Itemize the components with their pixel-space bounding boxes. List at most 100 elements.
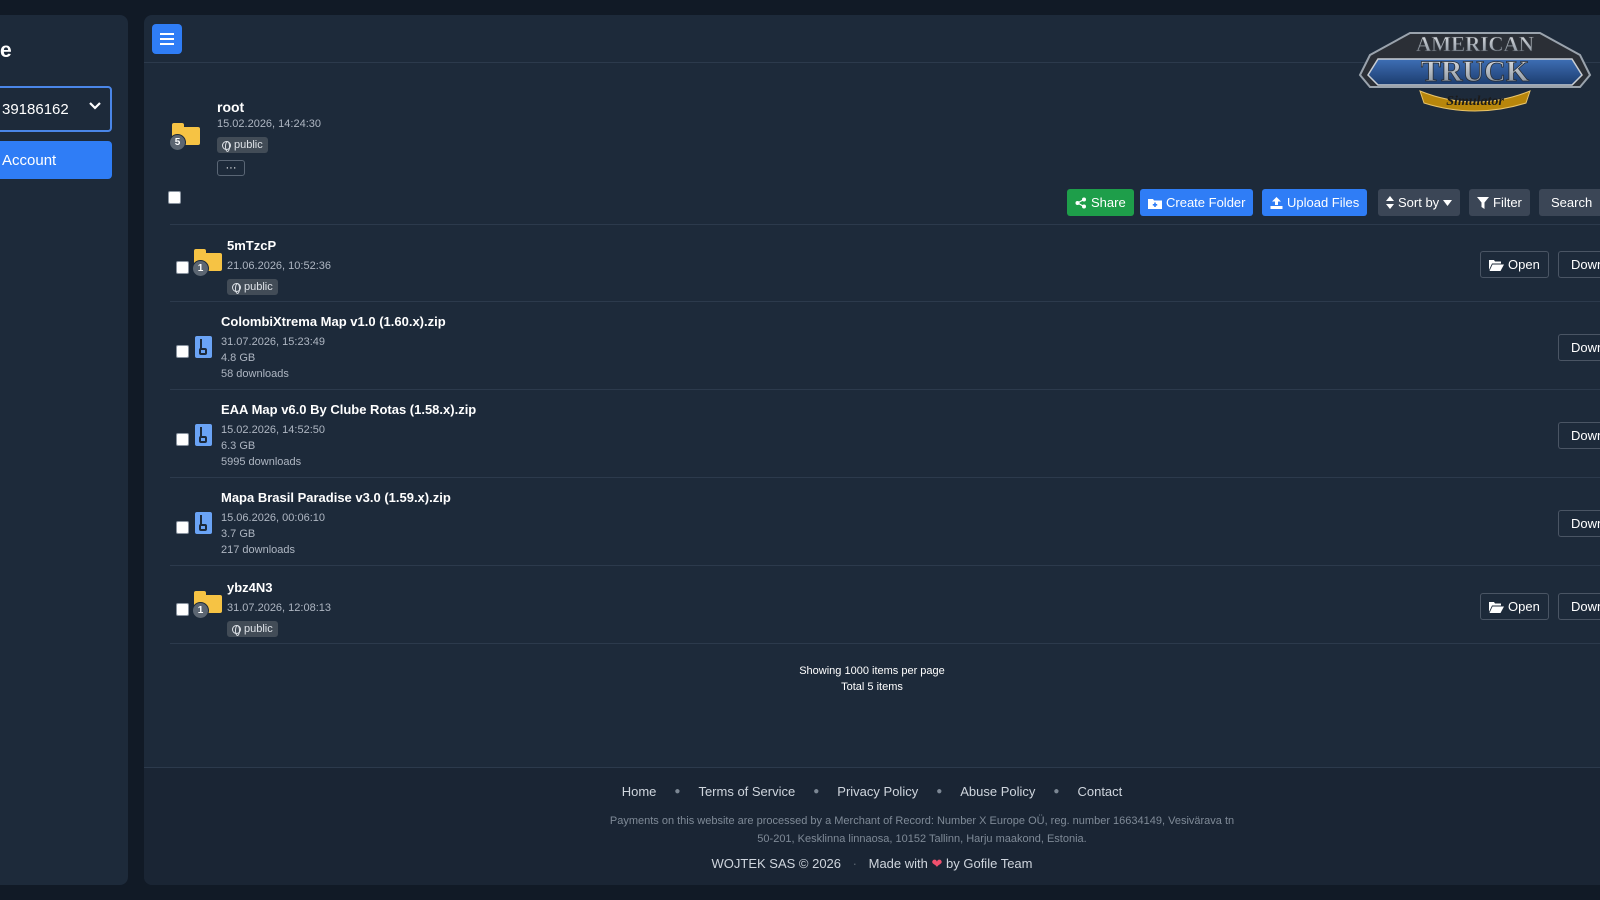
item-checkbox[interactable] [176, 345, 189, 358]
root-public-badge: public [217, 137, 268, 153]
download-button[interactable]: Download [1558, 593, 1600, 620]
item-name[interactable]: ybz4N3 [227, 580, 273, 595]
footer-separator: ● [936, 786, 943, 797]
account-button[interactable]: Account [0, 141, 112, 179]
logo-text-american: AMERICAN [1416, 32, 1534, 56]
item-checkbox[interactable] [176, 261, 189, 274]
folder-open-icon [1489, 259, 1504, 271]
sort-by-label: Sort by [1398, 195, 1440, 210]
list-item: EAA Map v6.0 By Clube Rotas (1.58.x).zip… [170, 391, 1600, 478]
upload-files-button[interactable]: Upload Files [1262, 189, 1368, 216]
list-item: Mapa Brasil Paradise v3.0 (1.59.x).zip 1… [170, 479, 1600, 566]
made-with-text: Made with [868, 856, 928, 871]
item-downloads: 5995 downloads [221, 456, 302, 468]
copyright-text: WOJTEK SAS © 2026 [711, 856, 842, 871]
footer-link-home[interactable]: Home [622, 784, 657, 800]
item-checkbox[interactable] [176, 433, 189, 446]
item-name[interactable]: 5mTzcP [227, 238, 276, 253]
root-folder-name: root [217, 99, 245, 115]
open-label: Open [1508, 257, 1540, 272]
select-all-checkbox[interactable] [168, 191, 181, 204]
item-date: 31.07.2026, 12:08:13 [227, 602, 331, 614]
filter-button[interactable]: Filter [1469, 189, 1530, 216]
footer-separator: ● [813, 786, 820, 797]
search-button[interactable]: Search [1539, 189, 1600, 216]
download-button[interactable]: Download [1558, 251, 1600, 278]
open-label: Open [1508, 599, 1540, 614]
item-public-badge: public [227, 279, 278, 295]
list-item: ColombiXtrema Map v1.0 (1.60.x).zip 31.0… [170, 303, 1600, 390]
chevron-down-icon [88, 98, 102, 117]
item-date: 21.06.2026, 10:52:36 [227, 260, 331, 272]
item-name[interactable]: ColombiXtrema Map v1.0 (1.60.x).zip [221, 314, 446, 329]
heart-icon: ❤ [931, 856, 943, 871]
item-downloads: 217 downloads [221, 544, 296, 556]
download-button[interactable]: Download [1558, 510, 1600, 537]
logo-text-truck: TRUCK [1421, 55, 1530, 88]
item-size: 3.7 GB [221, 528, 256, 540]
item-name[interactable]: EAA Map v6.0 By Clube Rotas (1.58.x).zip [221, 402, 476, 417]
search-label: Search [1551, 195, 1593, 210]
footer-link-contact[interactable]: Contact [1077, 784, 1122, 800]
globe-icon [222, 140, 231, 152]
root-item-count: 5 [169, 134, 186, 151]
sort-by-button[interactable]: Sort by [1378, 189, 1461, 216]
root-public-label: public [234, 139, 263, 151]
download-label: Download [1571, 428, 1600, 443]
globe-icon [232, 624, 241, 636]
open-button[interactable]: Open [1480, 251, 1549, 278]
share-button[interactable]: Share [1067, 189, 1134, 216]
item-date: 15.02.2026, 14:52:50 [221, 424, 325, 436]
open-button[interactable]: Open [1480, 593, 1549, 620]
download-button[interactable]: Download [1558, 422, 1600, 449]
item-size: 4.8 GB [221, 352, 256, 364]
total-items-text: Total 5 items [841, 681, 903, 693]
list-item: 1 ybz4N3 31.07.2026, 12:08:13 public Ope… [170, 567, 1600, 644]
item-date: 31.07.2026, 15:23:49 [221, 336, 325, 348]
sidebar: e 39186162 Account [0, 15, 128, 885]
account-select[interactable]: 39186162 [0, 86, 112, 132]
footer-legal-line-2: 50-201, Kesklinna linnaosa, 10152 Tallin… [757, 833, 1087, 845]
menu-toggle-button[interactable] [152, 24, 182, 54]
globe-icon [232, 282, 241, 294]
footer-separator: ● [674, 786, 681, 797]
upload-icon [1270, 197, 1283, 209]
upload-files-label: Upload Files [1287, 195, 1360, 210]
more-options-button[interactable]: ··· [217, 160, 245, 176]
item-public-label: public [244, 281, 273, 293]
file-zip-icon [195, 336, 212, 358]
footer-links: Home ● Terms of Service ● Privacy Policy… [144, 784, 1600, 800]
hamburger-icon [160, 33, 174, 45]
item-checkbox[interactable] [176, 603, 189, 616]
top-bar [0, 0, 1600, 15]
root-folder-date: 15.02.2026, 14:24:30 [217, 118, 321, 130]
footer-link-terms[interactable]: Terms of Service [698, 784, 795, 800]
caret-down-icon [1443, 199, 1453, 206]
sidebar-title: e [0, 39, 12, 62]
download-label: Download [1571, 257, 1600, 272]
sort-icon [1386, 196, 1394, 209]
account-select-value: 39186162 [2, 100, 69, 118]
item-date: 15.06.2026, 00:06:10 [221, 512, 325, 524]
folder-open-icon [1489, 601, 1504, 613]
create-folder-button[interactable]: Create Folder [1140, 189, 1254, 216]
logo-text-simulator: Simulator [1446, 94, 1504, 109]
item-checkbox[interactable] [176, 521, 189, 534]
footer-legal-note: Payments on this website are processed b… [592, 812, 1252, 848]
footer-link-privacy[interactable]: Privacy Policy [837, 784, 918, 800]
file-zip-icon [195, 512, 212, 534]
item-public-badge: public [227, 621, 278, 637]
items-per-page-text: Showing 1000 items per page [799, 665, 945, 677]
filter-label: Filter [1493, 195, 1522, 210]
footer: Home ● Terms of Service ● Privacy Policy… [144, 767, 1600, 885]
item-name[interactable]: Mapa Brasil Paradise v3.0 (1.59.x).zip [221, 490, 451, 505]
made-by-text: by Gofile Team [946, 856, 1033, 871]
download-button[interactable]: Download [1558, 334, 1600, 361]
item-downloads: 58 downloads [221, 368, 289, 380]
footer-legal-line-1: Payments on this website are processed b… [609, 815, 1235, 827]
footer-link-abuse[interactable]: Abuse Policy [960, 784, 1035, 800]
item-public-label: public [244, 623, 273, 635]
item-size: 6.3 GB [221, 440, 256, 452]
folder-item-count: 1 [192, 260, 209, 277]
file-zip-icon [195, 424, 212, 446]
